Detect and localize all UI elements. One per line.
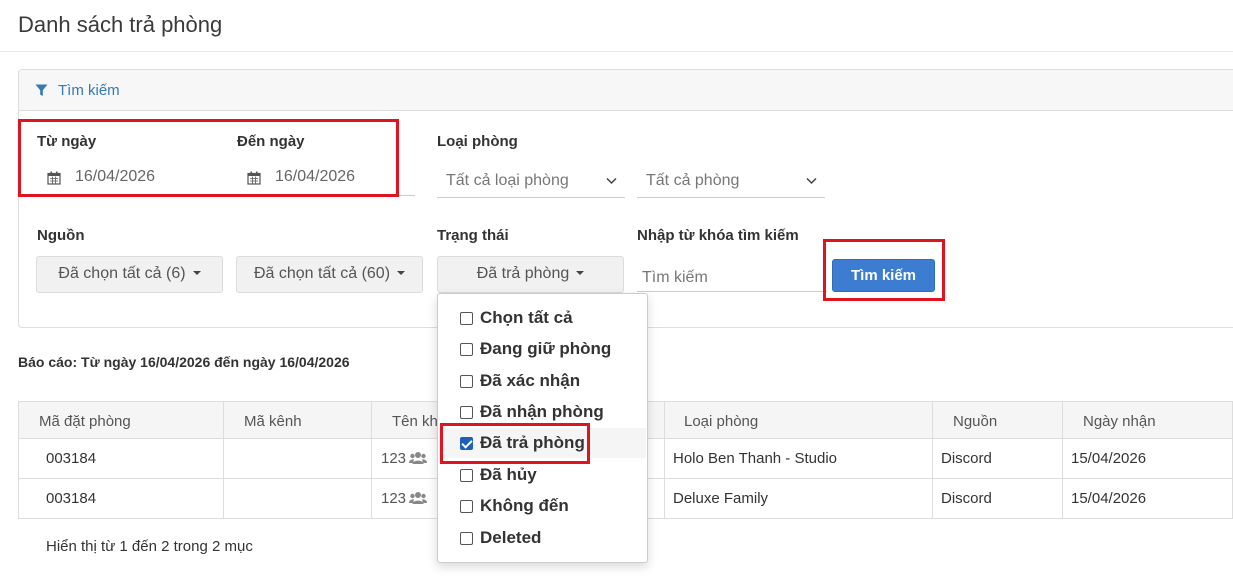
- checkbox[interactable]: [460, 532, 473, 545]
- cell-room-type: Holo Ben Thanh - Studio: [673, 450, 837, 467]
- title-divider: [0, 51, 1233, 52]
- cell-booking-code: 003184: [46, 450, 97, 467]
- report-range-text: Báo cáo: Từ ngày 16/04/2026 đến ngày 16/…: [18, 354, 350, 370]
- chevron-down-icon: [606, 174, 617, 188]
- column-header-checkin-date[interactable]: Ngày nhận: [1083, 413, 1156, 430]
- keyword-input[interactable]: [637, 264, 827, 292]
- room-type-select[interactable]: Tất cả loại phòng: [437, 166, 625, 198]
- cell-room-type: Deluxe Family: [673, 490, 769, 507]
- status-label: Trạng thái: [437, 227, 509, 244]
- cell-guest: 123: [381, 490, 407, 507]
- checkbox[interactable]: [460, 375, 473, 388]
- status-option-label: Deleted: [480, 528, 542, 547]
- chevron-down-icon: [806, 174, 817, 188]
- caret-down-icon: [576, 271, 585, 275]
- status-option-deleted[interactable]: Deleted: [439, 523, 646, 553]
- status-option-label: Đang giữ phòng: [480, 339, 612, 358]
- search-button-highlight: [823, 239, 945, 301]
- column-header-channel-code[interactable]: Mã kênh: [244, 413, 302, 430]
- status-option-cancelled[interactable]: Đã hủy: [439, 460, 646, 490]
- date-range-highlight: [18, 119, 399, 197]
- cell-checkin-date: 15/04/2026: [1071, 450, 1147, 467]
- status-option-confirmed[interactable]: Đã xác nhận: [439, 366, 646, 396]
- checkbox[interactable]: [460, 469, 473, 482]
- search-panel-header[interactable]: Tìm kiếm: [19, 70, 1233, 111]
- users-icon: [409, 451, 427, 469]
- channel-multiselect[interactable]: Đã chọn tất cả (60): [236, 256, 423, 293]
- checkbox[interactable]: [460, 406, 473, 419]
- caret-down-icon: [397, 271, 406, 275]
- column-header-room-type[interactable]: Loại phòng: [684, 413, 758, 430]
- room-select[interactable]: Tất cả phòng: [637, 166, 825, 198]
- keyword-label: Nhập từ khóa tìm kiếm: [637, 227, 799, 244]
- source-label: Nguồn: [37, 227, 85, 244]
- status-option-holding[interactable]: Đang giữ phòng: [439, 334, 646, 364]
- room-type-label: Loại phòng: [437, 133, 518, 150]
- search-panel-title: Tìm kiếm: [58, 82, 120, 99]
- cell-source: Discord: [941, 450, 992, 467]
- channel-selected: Đã chọn tất cả (60): [253, 265, 391, 282]
- status-selected: Đã trả phòng: [476, 265, 570, 282]
- users-icon: [409, 491, 427, 509]
- status-option-no-show[interactable]: Không đến: [439, 491, 646, 521]
- cell-guest: 123: [381, 450, 407, 467]
- checkbox[interactable]: [460, 312, 473, 325]
- status-multiselect[interactable]: Đã trả phòng: [437, 256, 624, 293]
- checkbox[interactable]: [460, 343, 473, 356]
- filter-icon: [35, 84, 48, 100]
- column-header-booking-code[interactable]: Mã đặt phòng: [39, 413, 131, 430]
- caret-down-icon: [192, 271, 201, 275]
- source-selected: Đã chọn tất cả (6): [58, 265, 186, 282]
- column-header-guest[interactable]: Tên kh: [392, 413, 438, 430]
- page-title: Danh sách trả phòng: [18, 12, 223, 37]
- pagination-info: Hiển thị từ 1 đến 2 trong 2 mục: [46, 538, 253, 555]
- checked-out-option-highlight: [440, 423, 590, 464]
- cell-source: Discord: [941, 490, 992, 507]
- cell-checkin-date: 15/04/2026: [1071, 490, 1147, 507]
- room-selected: Tất cả phòng: [646, 172, 740, 189]
- checkbox[interactable]: [460, 500, 473, 513]
- status-option-select-all[interactable]: Chọn tất cả: [439, 303, 646, 333]
- status-option-label: Chọn tất cả: [480, 308, 573, 327]
- source-multiselect[interactable]: Đã chọn tất cả (6): [36, 256, 223, 293]
- status-option-label: Không đến: [480, 496, 569, 515]
- cell-booking-code: 003184: [46, 490, 97, 507]
- column-header-source[interactable]: Nguồn: [953, 413, 997, 430]
- status-option-label: Đã xác nhận: [480, 371, 581, 390]
- status-option-label: Đã hủy: [480, 465, 537, 484]
- status-option-label: Đã nhận phòng: [480, 402, 604, 421]
- room-type-selected: Tất cả loại phòng: [446, 172, 569, 189]
